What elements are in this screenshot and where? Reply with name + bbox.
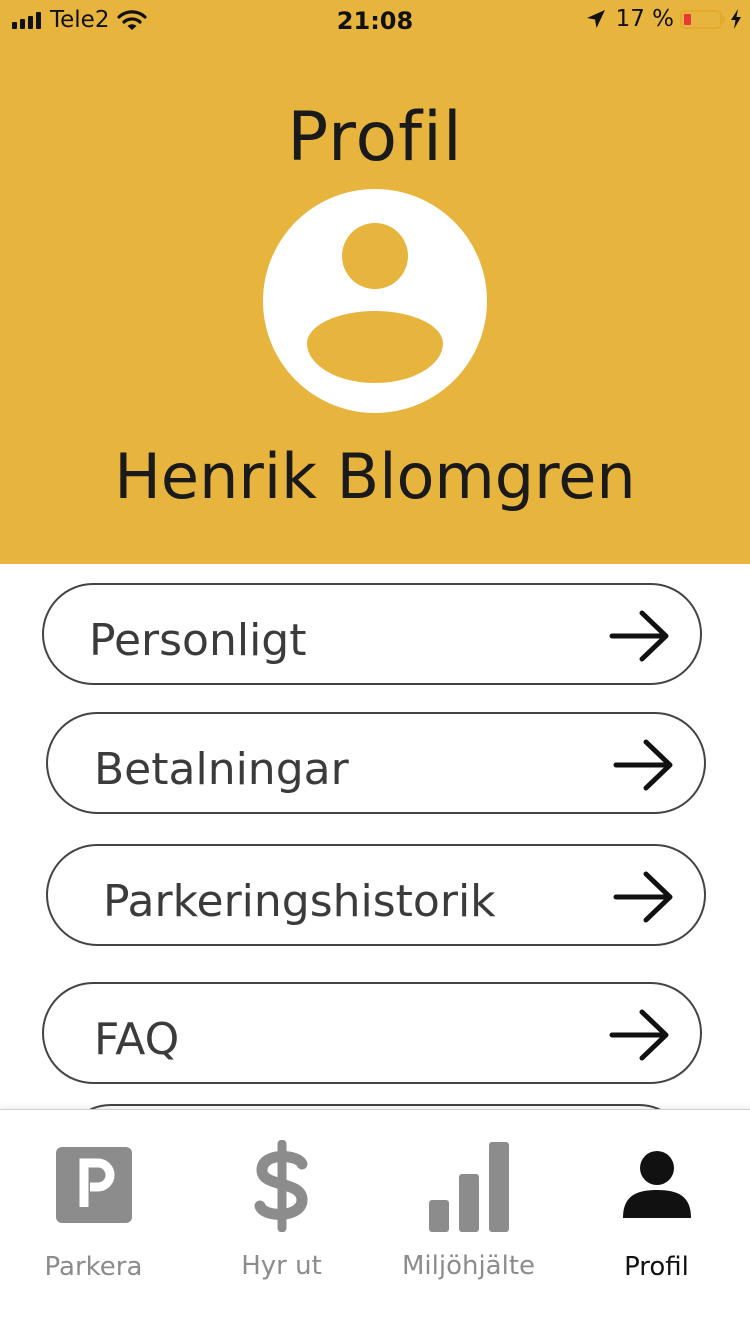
avatar-body-shape bbox=[307, 311, 443, 383]
menu-item-label: Parkeringshistorik bbox=[103, 876, 496, 927]
tab-bar: Parkera Hyr ut Miljöhjälte Profil bbox=[0, 1109, 750, 1335]
menu-item-personligt[interactable]: Personligt bbox=[42, 583, 702, 685]
arrow-right-icon bbox=[613, 871, 673, 923]
tab-label: Profil bbox=[624, 1252, 689, 1282]
profile-header: Profil Henrik Blomgren bbox=[0, 0, 750, 564]
tab-parkera[interactable]: Parkera bbox=[0, 1110, 187, 1335]
user-icon bbox=[622, 1151, 691, 1218]
tab-label: Miljöhjälte bbox=[401, 1251, 536, 1281]
bar-chart-icon bbox=[428, 1142, 509, 1232]
battery-percentage: 17 % bbox=[615, 6, 674, 32]
page-title: Profil bbox=[287, 98, 463, 177]
arrow-right-icon bbox=[609, 1009, 669, 1061]
arrow-right-icon bbox=[609, 610, 669, 662]
user-name: Henrik Blomgren bbox=[114, 440, 636, 513]
menu-item-betalningar[interactable]: Betalningar bbox=[46, 712, 706, 814]
arrow-right-icon bbox=[613, 739, 673, 791]
tab-label: Hyr ut bbox=[241, 1251, 322, 1281]
parking-icon bbox=[55, 1147, 132, 1223]
tab-hyr-ut[interactable]: Hyr ut bbox=[188, 1110, 375, 1335]
menu-item-label: Personligt bbox=[89, 615, 307, 666]
avatar[interactable] bbox=[263, 189, 487, 413]
charging-bolt-icon bbox=[731, 9, 741, 29]
menu-item-parkeringshistorik[interactable]: Parkeringshistorik bbox=[46, 844, 706, 946]
menu-item-label: Betalningar bbox=[94, 744, 349, 795]
status-bar: Tele2 21:08 17 % bbox=[0, 0, 750, 40]
dollar-icon bbox=[254, 1140, 308, 1232]
menu-item-faq[interactable]: FAQ bbox=[42, 982, 702, 1084]
battery-nub bbox=[722, 15, 725, 23]
tab-label: Parkera bbox=[44, 1252, 143, 1282]
location-arrow-icon bbox=[586, 10, 605, 28]
avatar-head-shape bbox=[342, 223, 408, 289]
menu-item-label: FAQ bbox=[94, 1014, 180, 1065]
battery-icon bbox=[680, 9, 722, 29]
tab-profil[interactable]: Profil bbox=[563, 1110, 750, 1335]
tab-miljohjalte[interactable]: Miljöhjälte bbox=[375, 1110, 562, 1335]
